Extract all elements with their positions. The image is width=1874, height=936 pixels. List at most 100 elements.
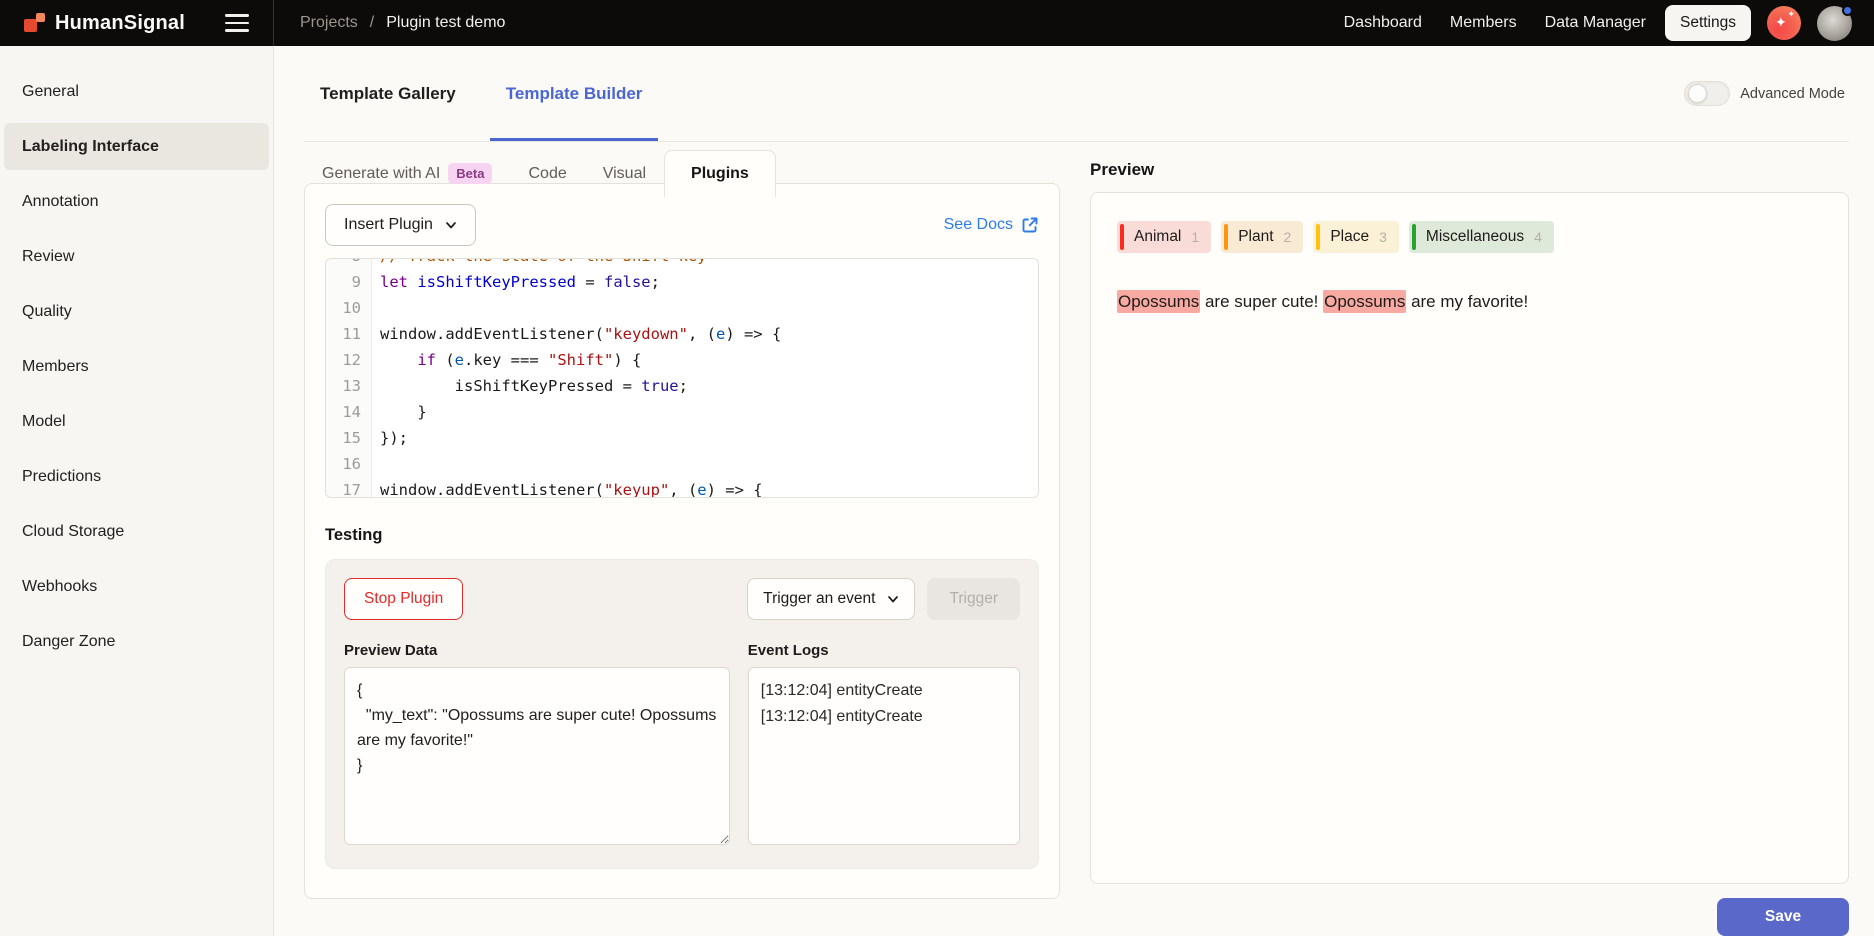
subtab-label: Generate with AI [322, 165, 440, 183]
code-text: // Track the state of the Shift key [372, 258, 707, 269]
sidebar-item-model[interactable]: Model [4, 398, 269, 445]
preview-data-label: Preview Data [344, 642, 730, 659]
code-text: window.addEventListener("keydown", (e) =… [372, 321, 781, 347]
humansignal-logo-icon [24, 12, 46, 34]
trigger-event-select-value: Trigger an event [763, 590, 875, 608]
sidebar-item-webhooks[interactable]: Webhooks [4, 563, 269, 610]
label-color-bar [1412, 224, 1416, 250]
insert-plugin-label: Insert Plugin [344, 216, 433, 234]
sidebar-item-members[interactable]: Members [4, 343, 269, 390]
testing-toolbar: Stop Plugin Trigger an event Trigger [344, 578, 1020, 620]
preview-heading: Preview [1090, 160, 1849, 180]
code-text: let isShiftKeyPressed = false; [372, 269, 660, 295]
breadcrumb-current: Plugin test demo [386, 14, 505, 32]
tab-template-gallery[interactable]: Template Gallery [304, 46, 472, 141]
code-editor[interactable]: 8// Track the state of the Shift key9let… [325, 258, 1039, 498]
main-content: Template GalleryTemplate Builder Advance… [274, 46, 1874, 936]
line-number: 13 [326, 373, 372, 399]
sidebar-item-quality[interactable]: Quality [4, 288, 269, 335]
logo-text: HumanSignal [55, 12, 185, 35]
sidebar-menu: General Labeling Interface Annotation Revie… [4, 68, 269, 665]
see-docs-link[interactable]: See Docs [944, 216, 1039, 234]
line-number: 11 [326, 321, 372, 347]
sidebar-item-labeling-interface[interactable]: Labeling Interface [4, 123, 269, 170]
topbar-divider [273, 0, 274, 46]
code-text [372, 451, 380, 477]
label-chip-hotkey: 4 [1534, 229, 1542, 245]
highlighted-region[interactable]: Opossums [1117, 290, 1200, 313]
event-log-entry: [13:12:04] entityCreate [761, 704, 1007, 730]
sidebar-item-predictions[interactable]: Predictions [4, 453, 269, 500]
topbar-nav-settings[interactable]: Settings [1665, 5, 1751, 41]
breadcrumb-projects[interactable]: Projects [300, 14, 358, 32]
avatar[interactable] [1817, 6, 1852, 41]
code-line: 9let isShiftKeyPressed = false; [326, 269, 1038, 295]
sidebar-item-general[interactable]: General [4, 68, 269, 115]
label-chip-place[interactable]: Place 3 [1313, 221, 1399, 253]
topbar-nav-data-manager[interactable]: Data Manager [1536, 6, 1655, 40]
topbar-nav-dashboard[interactable]: Dashboard [1335, 6, 1431, 40]
tab-template-builder[interactable]: Template Builder [490, 46, 659, 141]
chevron-down-icon [445, 219, 457, 231]
online-status-dot [1842, 5, 1853, 16]
sidebar-item-review[interactable]: Review [4, 233, 269, 280]
insert-plugin-button[interactable]: Insert Plugin [325, 204, 476, 246]
code-line: 17window.addEventListener("keyup", (e) =… [326, 477, 1038, 498]
label-color-bar [1316, 224, 1320, 250]
label-chip-animal[interactable]: Animal1 [1117, 221, 1211, 253]
code-text: } [372, 399, 427, 425]
label-color-bar [1120, 224, 1124, 250]
line-number: 17 [326, 477, 372, 498]
label-chip-name: Plant [1238, 228, 1273, 246]
code-editor-content: 8// Track the state of the Shift key9let… [326, 258, 1038, 498]
code-line: 11window.addEventListener("keydown", (e)… [326, 321, 1038, 347]
event-logs-box: [13:12:04] entityCreate[13:12:04] entity… [748, 667, 1020, 845]
stop-plugin-button[interactable]: Stop Plugin [344, 578, 463, 620]
tabs-row: Template GalleryTemplate Builder Advance… [304, 46, 1849, 142]
plain-text: are super cute! [1200, 292, 1323, 311]
label-chip-plant[interactable]: Plant 2 [1221, 221, 1303, 253]
subtab-code[interactable]: Code [510, 150, 584, 197]
highlighted-region[interactable]: Opossums [1323, 290, 1406, 313]
settings-sidebar: General Labeling Interface Annotation Revie… [0, 46, 274, 936]
hamburger-menu-icon[interactable] [225, 14, 249, 32]
subtab-visual[interactable]: Visual [585, 150, 664, 197]
label-chips: Animal1 Plant 2 Place 3 Miscellaneous 4 [1117, 221, 1822, 253]
advanced-mode-label: Advanced Mode [1740, 86, 1845, 102]
sparkle-icon-small: ✦ [1787, 10, 1795, 19]
event-logs-section: Event Logs [13:12:04] entityCreate[13:12… [748, 642, 1020, 850]
code-line: 14 } [326, 399, 1038, 425]
advanced-mode-toggle[interactable] [1684, 81, 1730, 106]
humansignal-logo: HumanSignal [24, 12, 185, 35]
breadcrumb-separator: / [370, 14, 374, 32]
label-chip-hotkey: 3 [1379, 229, 1387, 245]
ai-assistant-button[interactable]: ✦ ✦ [1767, 6, 1801, 40]
subtabs: Generate with AIBetaCodeVisualPlugins [304, 150, 1060, 197]
plugins-panel: Insert Plugin See Docs 8// Track the sta… [304, 183, 1060, 899]
line-number: 15 [326, 425, 372, 451]
line-number: 9 [326, 269, 372, 295]
main-tabs: Template GalleryTemplate Builder [304, 46, 676, 141]
topbar-nav-members[interactable]: Members [1441, 6, 1526, 40]
label-chip-miscellaneous[interactable]: Miscellaneous 4 [1409, 221, 1554, 253]
testing-heading: Testing [325, 526, 1039, 545]
code-text: }); [372, 425, 408, 451]
sidebar-item-danger-zone[interactable]: Danger Zone [4, 618, 269, 665]
preview-data-section: Preview Data { "my_text": "Opossums are … [344, 642, 730, 850]
preview-data-textarea[interactable]: { "my_text": "Opossums are super cute! O… [344, 667, 730, 845]
subtab-plugins[interactable]: Plugins [664, 150, 776, 197]
trigger-button[interactable]: Trigger [927, 578, 1020, 620]
label-chip-name: Place [1330, 228, 1369, 246]
label-color-bar [1224, 224, 1228, 250]
label-chip-name: Miscellaneous [1426, 228, 1524, 246]
label-chip-hotkey: 2 [1284, 229, 1292, 245]
code-line: 13 isShiftKeyPressed = true; [326, 373, 1038, 399]
preview-column: Preview Animal1 Plant 2 Place 3 Miscellaneous… [1090, 142, 1849, 936]
sidebar-item-cloud-storage[interactable]: Cloud Storage [4, 508, 269, 555]
subtab-generate-with-ai[interactable]: Generate with AIBeta [304, 150, 510, 197]
sidebar-item-annotation[interactable]: Annotation [4, 178, 269, 225]
line-number: 14 [326, 399, 372, 425]
save-button[interactable]: Save [1717, 898, 1849, 936]
trigger-event-select[interactable]: Trigger an event [747, 578, 915, 620]
code-text: isShiftKeyPressed = true; [372, 373, 688, 399]
